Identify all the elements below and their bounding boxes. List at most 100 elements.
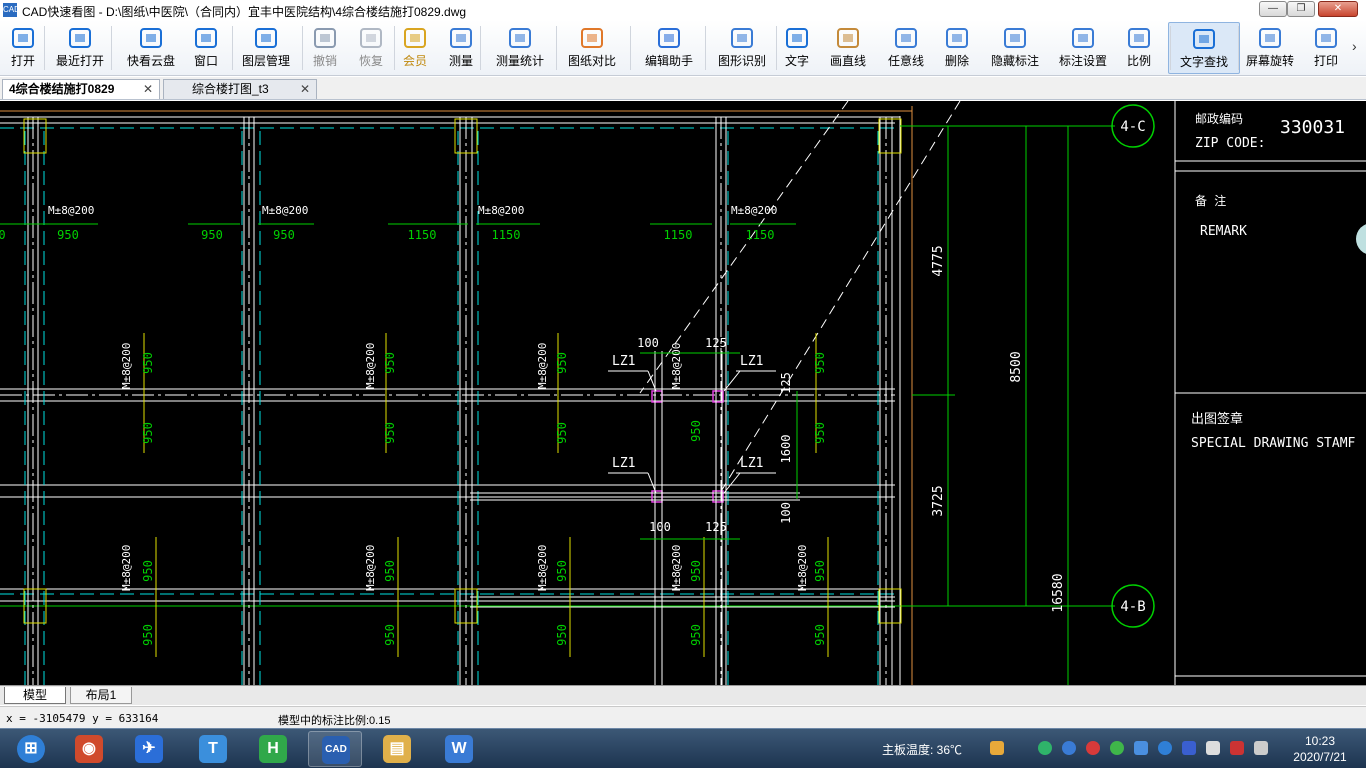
toolbar-separator bbox=[111, 26, 112, 70]
toolbar-button-19[interactable]: 标注设置 bbox=[1053, 22, 1113, 74]
taskbar-start-button[interactable]: ⊞ bbox=[4, 731, 58, 767]
dimension-text: 950 bbox=[141, 352, 155, 374]
taskbar-typora[interactable]: T bbox=[186, 731, 240, 767]
rebar-label: M±8@200 bbox=[364, 343, 377, 389]
file-tab-label: 4综合楼结施打0829 bbox=[9, 82, 115, 96]
tab-layout1[interactable]: 布局1 bbox=[70, 687, 132, 704]
dimension-text: 16580 bbox=[1051, 573, 1066, 612]
taskbar-hbuilder[interactable]: H bbox=[246, 731, 300, 767]
toolbar-button-13[interactable]: 图形识别 bbox=[712, 22, 772, 74]
toolbar-button-label: 窗口 bbox=[193, 54, 218, 68]
dimension-text: 950 bbox=[201, 228, 223, 242]
taskbar-cad-viewer[interactable]: CAD bbox=[308, 731, 362, 767]
dimension-text: 8500 bbox=[1009, 351, 1024, 382]
rebar-label: M±8@200 bbox=[478, 204, 524, 217]
bookmark-tray-icon[interactable] bbox=[1134, 741, 1148, 755]
toolbar-separator bbox=[1238, 26, 1239, 70]
taskbar-feishu[interactable]: ✈ bbox=[122, 731, 176, 767]
taskbar-file-explorer[interactable]: ▤ bbox=[370, 731, 424, 767]
toolbar-button-20[interactable]: 比例 bbox=[1122, 22, 1156, 74]
toolbar-button-2[interactable]: 最近打开 bbox=[50, 22, 110, 74]
close-tab-icon[interactable]: ✕ bbox=[143, 80, 153, 99]
toolbar-button-label: 文字 bbox=[784, 54, 809, 68]
gear-tray-icon[interactable] bbox=[1062, 741, 1076, 755]
toolbar-more-icon[interactable]: › bbox=[1352, 38, 1357, 54]
clock-date: 2020/7/21 bbox=[1293, 750, 1347, 764]
annotation-scale-text: 模型中的标注比例:0.15 bbox=[278, 715, 391, 727]
bluetooth-tray-icon[interactable] bbox=[1182, 741, 1196, 755]
toolbar-separator bbox=[776, 26, 777, 70]
toolbar-button-11[interactable]: 图纸对比 bbox=[562, 22, 622, 74]
titleblock-text: 备 注 bbox=[1195, 193, 1226, 208]
wps-icon: W bbox=[445, 735, 473, 763]
drawing-canvas[interactable]: M±8@200 M±8@200 M±8@200 M±8@200 0 950 950 950 11… bbox=[0, 101, 1366, 685]
rebar-label: M±8@200 bbox=[670, 343, 683, 389]
rebar-label: M±8@200 bbox=[364, 545, 377, 591]
signal-tray-icon[interactable] bbox=[1254, 741, 1268, 755]
dimension-text: 4775 bbox=[931, 245, 946, 276]
taskbar-chrome[interactable]: ◉ bbox=[62, 731, 116, 767]
close-tab-icon[interactable]: ✕ bbox=[300, 80, 310, 99]
lz1-label: LZ1 bbox=[740, 456, 763, 471]
toolbar-button-12[interactable]: 编辑助手 bbox=[639, 22, 699, 74]
layout-tab-bar: 模型 布局1 bbox=[0, 685, 1366, 705]
taskbar-clock[interactable]: 10:23 2020/7/21 bbox=[1290, 733, 1350, 765]
toolbar-button-1[interactable]: 打开 bbox=[6, 22, 40, 74]
tab-model[interactable]: 模型 bbox=[4, 687, 66, 704]
toolbar-button-22[interactable]: 屏幕旋转 bbox=[1240, 22, 1300, 74]
toolbar-button-8[interactable]: 会员 bbox=[398, 22, 432, 74]
scale-ab-icon bbox=[1126, 26, 1152, 50]
toolbar-button-23[interactable]: 打印 bbox=[1308, 22, 1344, 74]
dimension-text: 950 bbox=[689, 624, 703, 646]
file-tab[interactable]: 综合楼打图_t3 ✕ bbox=[163, 79, 317, 99]
minimize-button[interactable]: — bbox=[1259, 1, 1287, 17]
taskbar: ⊞ ◉ ✈ T H CAD ▤ W 主板温度: 36℃ 10:23 2020/7/21 bbox=[0, 728, 1366, 768]
shape-recognize-icon bbox=[729, 26, 755, 50]
toolbar-button-label: 图层管理 bbox=[241, 54, 290, 68]
toolbar-button-16[interactable]: 任意线 bbox=[883, 22, 929, 74]
dimension-text: 125 bbox=[705, 336, 727, 350]
toolbar-button-3[interactable]: 快看云盘 bbox=[121, 22, 181, 74]
rebar-label: M±8@200 bbox=[731, 204, 777, 217]
toolbar-button-label: 打开 bbox=[10, 54, 35, 68]
taskbar-wps[interactable]: W bbox=[432, 731, 486, 767]
toolbar-button-17[interactable]: 删除 bbox=[940, 22, 974, 74]
file-tab-active[interactable]: 4综合楼结施打0829 ✕ bbox=[2, 79, 160, 99]
toolbar-button-label: 打印 bbox=[1313, 54, 1338, 68]
toolbar-button-6[interactable]: 撤销 bbox=[308, 22, 342, 74]
maximize-button[interactable]: ❐ bbox=[1287, 1, 1315, 17]
text-t-icon bbox=[784, 26, 810, 50]
toolbar-button-10[interactable]: 测量统计 bbox=[490, 22, 550, 74]
toolbar-button-21[interactable]: 文字查找 bbox=[1168, 22, 1240, 74]
eraser-icon bbox=[944, 26, 970, 50]
cad-drawing[interactable]: M±8@200 M±8@200 M±8@200 M±8@200 0 950 950 950 11… bbox=[0, 101, 1366, 685]
clipboard-tray-icon[interactable] bbox=[1206, 741, 1220, 755]
app-window: CAD CAD快速看图 - D:\图纸\中医院\（合同内）宜丰中医院结构\4综合… bbox=[0, 0, 1366, 728]
toolbar-button-5[interactable]: 图层管理 bbox=[236, 22, 296, 74]
toolbar-button-7[interactable]: 恢复 bbox=[354, 22, 388, 74]
toolbar-button-9[interactable]: 测量 bbox=[444, 22, 478, 74]
volume-muted-icon[interactable] bbox=[1230, 741, 1244, 755]
text-search-icon bbox=[1191, 27, 1217, 51]
toolbar-button-4[interactable]: 窗口 bbox=[189, 22, 223, 74]
status-bar: x = -3105479 y = 633164 模型中的标注比例:0.15 bbox=[0, 706, 1366, 728]
file-tab-label: 综合楼打图_t3 bbox=[192, 82, 269, 96]
toolbar-button-15[interactable]: 画直线 bbox=[825, 22, 871, 74]
dimension-text: 950 bbox=[57, 228, 79, 242]
netease-tray-icon[interactable] bbox=[1086, 741, 1100, 755]
wechat-tray-icon[interactable] bbox=[1110, 741, 1124, 755]
titleblock-text: 330031 bbox=[1280, 117, 1345, 138]
dimension-text: 0 bbox=[0, 228, 6, 242]
toolbar-separator bbox=[705, 26, 706, 70]
close-button[interactable]: ✕ bbox=[1318, 1, 1358, 17]
rebar-label: M±8@200 bbox=[536, 545, 549, 591]
browser-tray-icon[interactable] bbox=[1158, 741, 1172, 755]
network-tray-icon[interactable] bbox=[990, 741, 1004, 755]
ruler-icon bbox=[448, 26, 474, 50]
toolbar-button-14[interactable]: 文字 bbox=[780, 22, 814, 74]
toolbar-separator bbox=[1170, 26, 1171, 70]
tray-app-icon[interactable] bbox=[1038, 741, 1052, 755]
toolbar-separator bbox=[232, 26, 233, 70]
feishu-icon: ✈ bbox=[135, 735, 163, 763]
toolbar-button-18[interactable]: 隐藏标注 bbox=[985, 22, 1045, 74]
